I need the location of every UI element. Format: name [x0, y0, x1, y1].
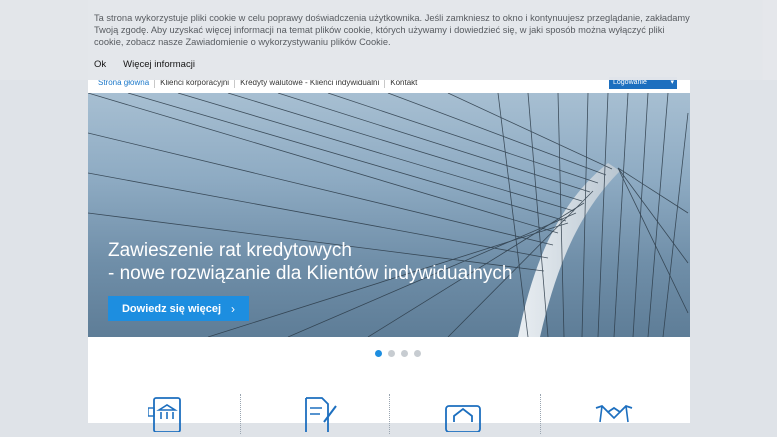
cookie-actions: Ok Więcej informacji [94, 59, 195, 70]
online-bank-tablet-icon[interactable] [147, 392, 188, 433]
service-divider [540, 394, 541, 434]
learn-more-label: Dowiedz się więcej [121, 302, 222, 315]
carousel-dots [375, 350, 421, 357]
cookie-more-info-link[interactable]: Więcej informacji [123, 59, 195, 70]
service-divider [389, 394, 390, 434]
carousel-dot-2[interactable] [388, 350, 395, 357]
service-divider [240, 394, 241, 434]
login-label: Logowanie [613, 79, 647, 86]
handshake-icon[interactable] [594, 392, 634, 432]
hero-title-line1: Zawieszenie rat kredytowych [108, 240, 352, 261]
hero-title: Zawieszenie rat kredytowych - nowe rozwi… [108, 239, 513, 285]
home-icon[interactable] [444, 392, 484, 433]
cookie-banner: Ta strona wykorzystuje pliki cookie w ce… [0, 0, 777, 80]
hero-banner: Zawieszenie rat kredytowych - nowe rozwi… [88, 93, 690, 337]
learn-more-button[interactable]: Dowiedz się więcej › [108, 296, 249, 321]
cookie-text: Ta strona wykorzystuje pliki cookie w ce… [94, 13, 690, 47]
services-row [88, 384, 690, 434]
document-pen-icon[interactable] [298, 392, 338, 432]
hero-title-line2: - nowe rozwiązanie dla Klientów indywidu… [108, 263, 513, 284]
chevron-right-icon: › [231, 301, 236, 316]
cookie-ok-button[interactable]: Ok [94, 59, 106, 70]
carousel-dot-3[interactable] [401, 350, 408, 357]
carousel-dot-4[interactable] [414, 350, 421, 357]
carousel-dot-1[interactable] [375, 350, 382, 357]
